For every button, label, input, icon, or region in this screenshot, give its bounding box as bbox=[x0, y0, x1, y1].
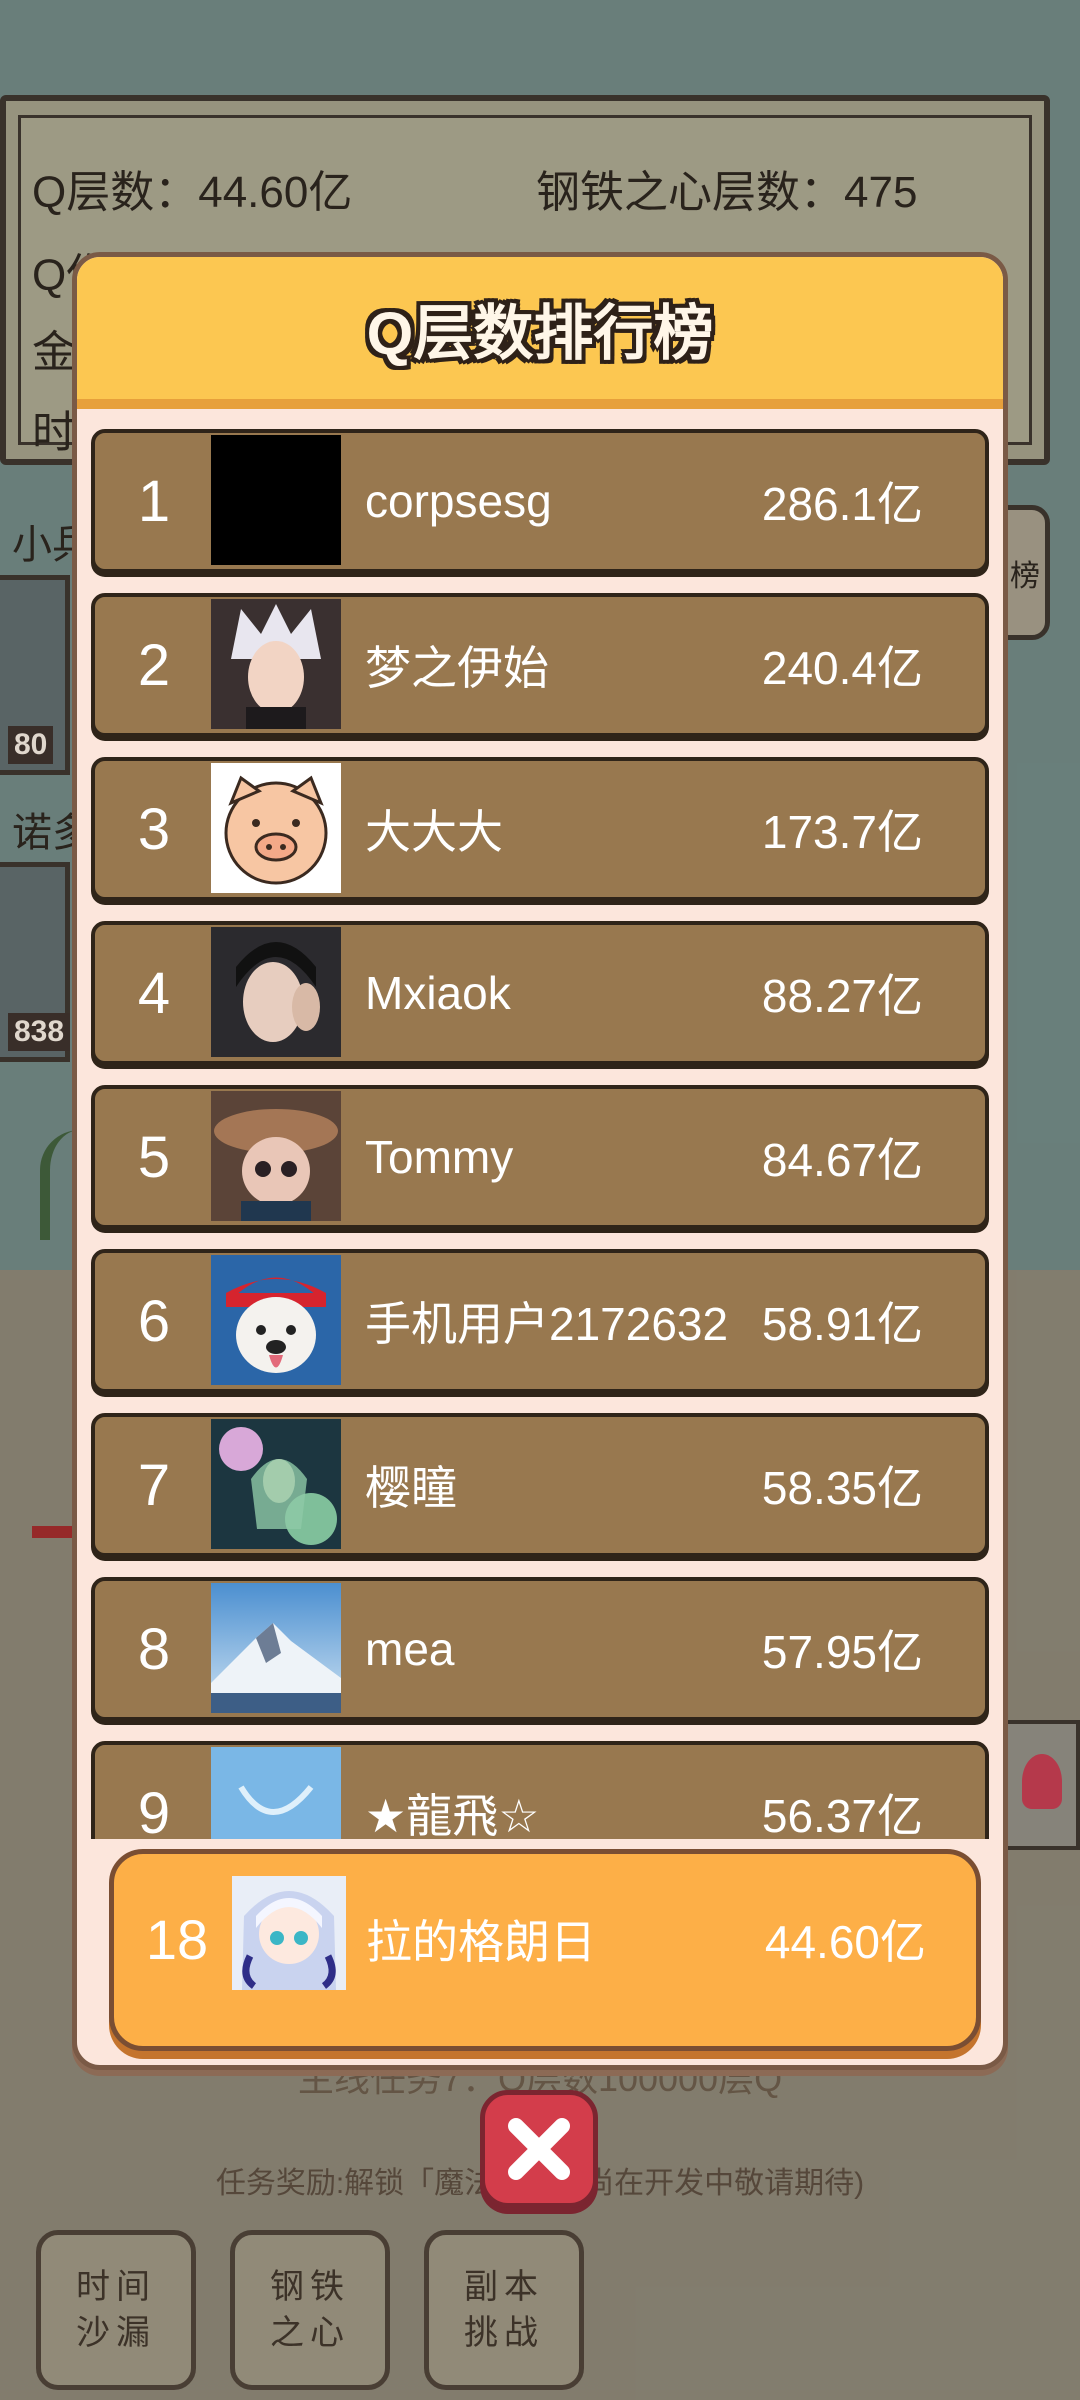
my-name: 拉的格朗日 bbox=[366, 1916, 596, 1968]
player-score: 58.91亿 bbox=[761, 1298, 923, 1350]
player-score: 58.35亿 bbox=[761, 1462, 923, 1514]
player-score: 286.1亿 bbox=[761, 478, 923, 530]
leaderboard-row[interactable]: 8 mea 57.95亿 bbox=[91, 1577, 989, 1721]
leaderboard-header: Q层数排行榜 bbox=[77, 257, 1003, 409]
close-button[interactable] bbox=[480, 2090, 598, 2208]
player-name: 手机用户2172632 bbox=[365, 1298, 729, 1350]
anime-white-hair-avatar bbox=[211, 599, 341, 729]
leaderboard-list[interactable]: 1 corpsesg 286.1亿 2 梦之伊始 240.4亿 3 大大大 173.7亿 4 Mxi… bbox=[91, 429, 989, 1839]
sky-avatar bbox=[211, 1747, 341, 1839]
rank-number: 3 bbox=[137, 796, 171, 862]
leaderboard-row[interactable]: 2 梦之伊始 240.4亿 bbox=[91, 593, 989, 737]
leaderboard-row[interactable]: 6 手机用户2172632 58.91亿 bbox=[91, 1249, 989, 1393]
mountain-avatar bbox=[211, 1583, 341, 1713]
rank-number: 8 bbox=[137, 1616, 171, 1682]
my-score: 44.60亿 bbox=[764, 1916, 926, 1968]
player-name: Tommy bbox=[365, 1131, 514, 1183]
puppy-avatar bbox=[211, 1255, 341, 1385]
my-rank: 18 bbox=[145, 1907, 209, 1971]
my-rank-row: 18 拉的格朗日 44.60亿 bbox=[109, 1849, 981, 2051]
player-name: Mxiaok bbox=[365, 967, 511, 1019]
rank-number: 1 bbox=[137, 468, 171, 534]
player-name: 梦之伊始 bbox=[365, 642, 549, 694]
rank-number: 7 bbox=[137, 1452, 171, 1518]
pig-avatar bbox=[211, 763, 341, 893]
player-score: 84.67亿 bbox=[761, 1134, 923, 1186]
player-name: 樱瞳 bbox=[365, 1462, 457, 1514]
rank-number: 2 bbox=[137, 632, 171, 698]
player-score: 88.27亿 bbox=[761, 970, 923, 1022]
player-name: corpsesg bbox=[365, 475, 552, 527]
player-score: 57.95亿 bbox=[761, 1626, 923, 1678]
leaderboard-modal: Q层数排行榜 1 corpsesg 286.1亿 2 梦之伊始 240.4亿 3 大大大 173… bbox=[72, 252, 1008, 2070]
player-score: 56.37亿 bbox=[761, 1790, 923, 1839]
hat-doll-avatar bbox=[211, 1091, 341, 1221]
portrait-avatar bbox=[211, 927, 341, 1057]
close-icon bbox=[508, 2118, 570, 2180]
player-name: ★龍飛☆ bbox=[365, 1790, 540, 1839]
rank-number: 5 bbox=[137, 1124, 171, 1190]
leaderboard-row[interactable]: 1 corpsesg 286.1亿 bbox=[91, 429, 989, 573]
rank-number: 9 bbox=[137, 1780, 171, 1840]
fairy-avatar bbox=[211, 1419, 341, 1549]
player-name: 大大大 bbox=[365, 806, 503, 858]
anime-girl-avatar bbox=[232, 1876, 346, 1990]
leaderboard-row[interactable]: 3 大大大 173.7亿 bbox=[91, 757, 989, 901]
leaderboard-row[interactable]: 4 Mxiaok 88.27亿 bbox=[91, 921, 989, 1065]
leaderboard-row[interactable]: 5 Tommy 84.67亿 bbox=[91, 1085, 989, 1229]
player-name: mea bbox=[365, 1623, 455, 1675]
leaderboard-row[interactable]: 9 ★龍飛☆ 56.37亿 bbox=[91, 1741, 989, 1839]
leaderboard-title: Q层数排行榜 bbox=[366, 299, 714, 367]
leaderboard-row[interactable]: 7 樱瞳 58.35亿 bbox=[91, 1413, 989, 1557]
rank-number: 6 bbox=[137, 1288, 171, 1354]
black-avatar bbox=[211, 435, 341, 565]
rank-number: 4 bbox=[137, 960, 171, 1026]
player-score: 240.4亿 bbox=[761, 642, 923, 694]
player-score: 173.7亿 bbox=[761, 806, 923, 858]
